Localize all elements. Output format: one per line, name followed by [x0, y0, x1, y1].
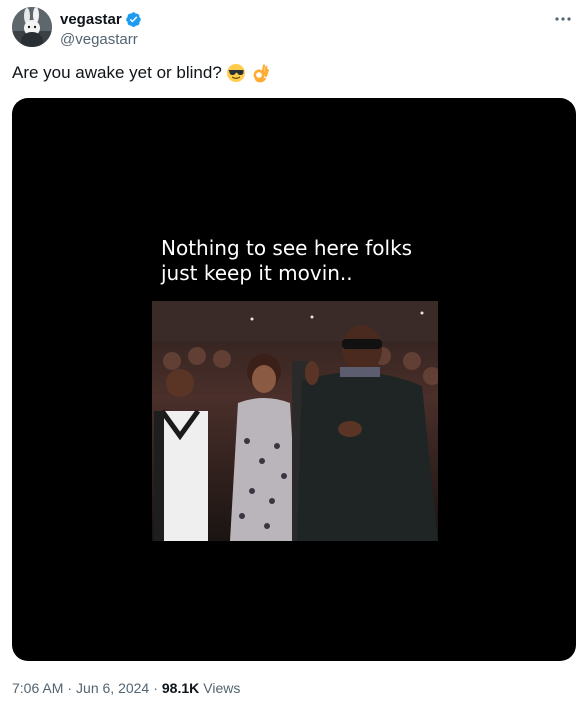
display-name-row: vegastar — [60, 10, 142, 28]
tweet-text: Are you awake yet or blind? — [12, 63, 270, 83]
display-name[interactable]: vegastar — [60, 11, 122, 28]
more-horizontal-icon[interactable] — [553, 11, 573, 27]
video-caption: Nothing to see here folks just keep it m… — [161, 236, 412, 286]
meta-separator: · — [153, 680, 158, 696]
video-frame — [152, 301, 438, 541]
author-handle[interactable]: @vegastarr — [60, 31, 142, 48]
timestamp-date[interactable]: Jun 6, 2024 — [76, 680, 149, 696]
views-label: Views — [203, 680, 241, 696]
author-info: vegastar @vegastarr — [60, 10, 142, 48]
views-count[interactable]: 98.1K — [162, 680, 199, 696]
avatar[interactable] — [12, 7, 52, 47]
tweet: vegastar @vegastarr Are you awake yet or… — [0, 0, 587, 712]
timestamp-time[interactable]: 7:06 AM — [12, 680, 63, 696]
sunglasses-emoji-icon — [226, 63, 246, 83]
tweet-meta: 7:06 AM · Jun 6, 2024 · 98.1K Views — [12, 680, 240, 696]
video-player[interactable]: Nothing to see here folks just keep it m… — [12, 98, 576, 661]
meta-separator: · — [67, 680, 73, 696]
verified-badge-icon[interactable] — [125, 11, 142, 28]
tweet-text-body: Are you awake yet or blind? — [12, 63, 222, 82]
video-caption-line: Nothing to see here folks — [161, 236, 413, 260]
tweet-header: vegastar @vegastarr — [12, 7, 575, 51]
video-caption-line: just keep it movin.. — [161, 261, 353, 285]
ok-hand-emoji-icon — [250, 63, 270, 83]
